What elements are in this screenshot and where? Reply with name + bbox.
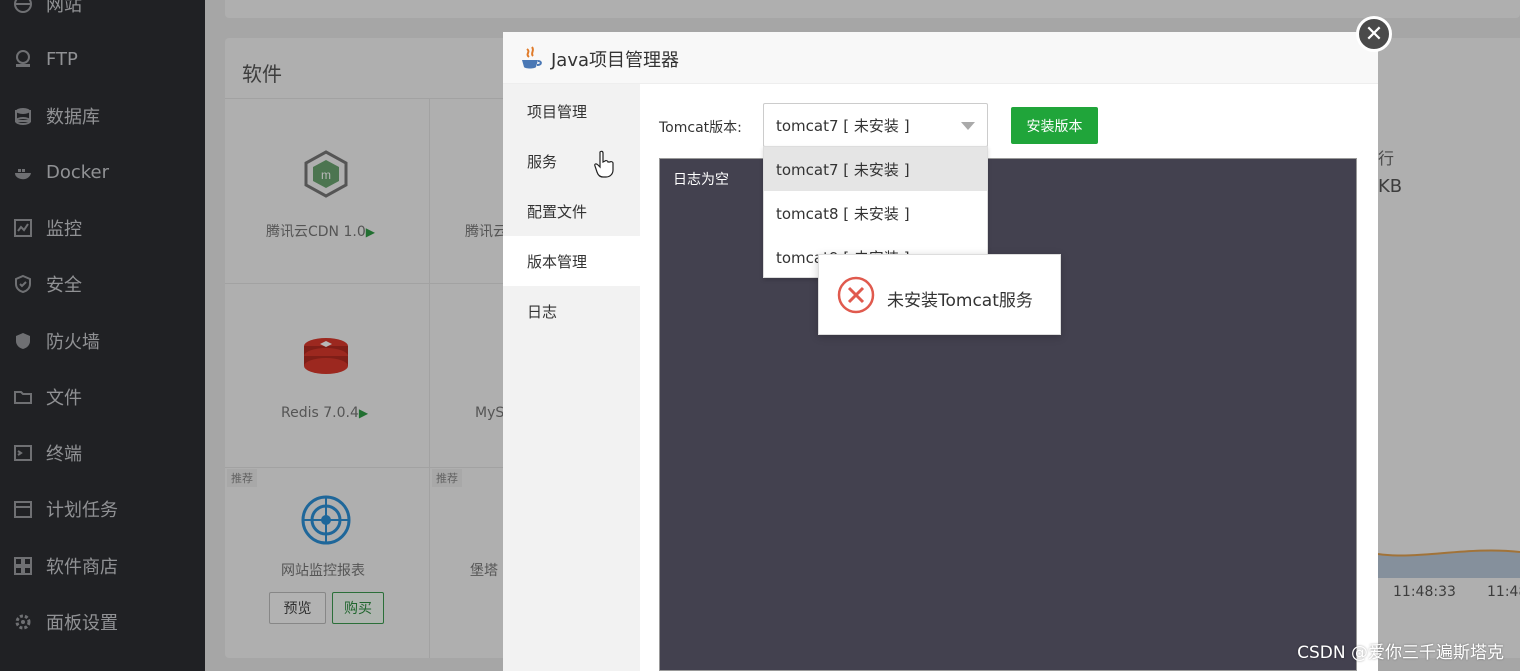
- close-dialog-button[interactable]: ✕: [1356, 16, 1392, 52]
- dropdown-option[interactable]: tomcat7 [ 未安装 ]: [764, 147, 987, 191]
- nav-item-service[interactable]: 服务: [503, 136, 640, 186]
- nav-item-version-management[interactable]: 版本管理: [503, 236, 640, 286]
- tomcat-version-label: Tomcat版本:: [659, 120, 742, 136]
- watermark: CSDN @爱你三千遍斯塔克: [1297, 643, 1504, 663]
- nav-item-config-file[interactable]: 配置文件: [503, 186, 640, 236]
- dialog-nav: 项目管理 服务 配置文件 版本管理 日志: [503, 84, 640, 671]
- chevron-down-icon: [961, 122, 975, 130]
- select-value: tomcat7 [ 未安装 ]: [776, 116, 910, 135]
- dialog-header: Java项目管理器: [503, 32, 1378, 84]
- install-version-button[interactable]: 安装版本: [1011, 107, 1098, 144]
- log-empty-text: 日志为空: [673, 172, 729, 188]
- dropdown-option[interactable]: tomcat8 [ 未安装 ]: [764, 191, 987, 235]
- nav-item-log[interactable]: 日志: [503, 286, 640, 336]
- java-icon: [519, 45, 543, 71]
- dialog-title: Java项目管理器: [551, 50, 680, 71]
- nav-item-project-management[interactable]: 项目管理: [503, 86, 640, 136]
- error-circle-icon: [837, 276, 875, 314]
- toast-message: 未安装Tomcat服务: [887, 291, 1033, 311]
- tomcat-version-select[interactable]: tomcat7 [ 未安装 ]: [763, 103, 988, 147]
- error-toast: 未安装Tomcat服务: [818, 254, 1061, 335]
- hand-cursor-icon: [593, 150, 617, 178]
